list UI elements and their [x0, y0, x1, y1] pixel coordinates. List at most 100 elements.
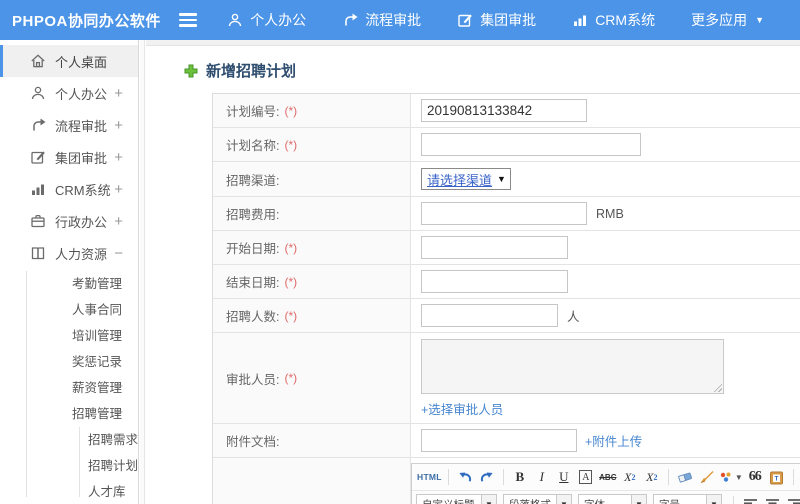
required-marker: (*): [284, 103, 298, 118]
sidebar-scrollbar[interactable]: [140, 40, 145, 504]
attachment-input[interactable]: [421, 429, 577, 452]
form-row-cost: 招聘费用: RMB: [213, 197, 800, 231]
user-icon: [227, 12, 243, 28]
sidebar-subitem-training[interactable]: 培训管理: [0, 321, 138, 347]
label-text: 审批人员:: [226, 372, 280, 387]
edit-icon: [30, 149, 46, 165]
combo-value: 字体: [579, 497, 631, 504]
sidebar-item-admin-office[interactable]: 行政办公 +: [0, 205, 138, 237]
subscript-button[interactable]: X2: [642, 467, 662, 488]
cost-input[interactable]: [421, 202, 587, 225]
sidebar-subitem-salary[interactable]: 薪资管理 +: [0, 373, 138, 399]
sidebar-subsubitem-recruit-plan[interactable]: 招聘计划: [0, 451, 138, 477]
sidebar-subitem-label: 培训管理: [72, 328, 123, 343]
undo-button[interactable]: [455, 467, 475, 488]
sidebar-subitem-label: 人事合同: [72, 302, 123, 317]
sub-base: X: [646, 469, 654, 484]
start-date-input[interactable]: [421, 236, 568, 259]
align-center-button[interactable]: [762, 494, 782, 504]
collapse-icon[interactable]: −: [114, 245, 123, 262]
nav-workflow-approval[interactable]: 流程审批: [342, 10, 421, 30]
nav-more-apps[interactable]: 更多应用 ▼: [691, 10, 764, 30]
headcount-input[interactable]: [421, 304, 558, 327]
app-title: PHPOA协同办公软件: [12, 12, 161, 30]
sidebar-item-crm-system[interactable]: CRM系统 +: [0, 173, 138, 205]
page-title-text: 新增招聘计划: [206, 63, 297, 80]
paste-text-button[interactable]: T: [767, 467, 787, 488]
briefcase-icon: [30, 213, 46, 229]
custom-heading-select[interactable]: 自定义标题 ▼: [416, 493, 497, 504]
superscript-button[interactable]: X2: [620, 467, 640, 488]
workflow-icon: [342, 12, 358, 28]
strikethrough-button[interactable]: ABC: [598, 467, 618, 488]
align-left-button[interactable]: [740, 494, 760, 504]
sidebar-item-human-resources[interactable]: 人力资源 −: [0, 237, 138, 269]
field-label: 审批人员: (*): [213, 333, 411, 423]
sidebar-item-personal-office[interactable]: 个人办公 +: [0, 77, 138, 109]
attachment-upload-link[interactable]: +附件上传: [585, 431, 642, 450]
home-icon: [30, 53, 46, 69]
field-label: 招聘人数: (*): [213, 299, 411, 332]
sidebar-item-workflow-approval[interactable]: 流程审批 +: [0, 109, 138, 141]
combo-value: 段落格式: [504, 497, 556, 504]
field-value: [411, 128, 800, 161]
channel-select[interactable]: 请选择渠道 ▼: [421, 168, 511, 190]
bold-button[interactable]: B: [510, 467, 530, 488]
sidebar-item-group-approval[interactable]: 集团审批 +: [0, 141, 138, 173]
paragraph-format-select[interactable]: 段落格式 ▼: [503, 493, 572, 504]
blockquote-button[interactable]: 66: [745, 467, 765, 488]
expand-icon[interactable]: +: [114, 181, 123, 198]
format-brush-button[interactable]: [697, 467, 717, 488]
label-text: 计划编号:: [226, 105, 280, 119]
hamburger-menu-icon[interactable]: [179, 10, 198, 30]
field-value: 人: [411, 299, 800, 332]
sidebar-subitem-recruitment[interactable]: 招聘管理 −: [0, 399, 138, 425]
form-row-end-date: 结束日期: (*): [213, 265, 800, 299]
select-approvers-link[interactable]: +选择审批人员: [421, 399, 503, 418]
label-text: 附件文档:: [226, 435, 280, 449]
field-label: 附件文档:: [213, 424, 411, 457]
sidebar-subitem-rewards[interactable]: 奖惩记录: [0, 347, 138, 373]
sidebar-item-personal-desktop[interactable]: 个人桌面: [0, 45, 138, 77]
expand-icon[interactable]: +: [114, 149, 123, 166]
expand-icon[interactable]: +: [114, 378, 123, 395]
recruitment-submenu: 招聘需求 招聘计划 人才库: [0, 425, 138, 503]
italic-button[interactable]: I: [532, 467, 552, 488]
nav-personal-office[interactable]: 个人办公: [227, 10, 306, 30]
plan-number-input[interactable]: [421, 99, 587, 122]
eraser-button[interactable]: [675, 467, 695, 488]
sidebar-subsubitem-talent-pool[interactable]: 人才库: [0, 477, 138, 503]
nav-crm-system[interactable]: CRM系统: [572, 10, 655, 30]
collapse-icon[interactable]: −: [114, 404, 123, 421]
expand-icon[interactable]: +: [114, 213, 123, 230]
sidebar-subitem-hr-contract[interactable]: 人事合同: [0, 295, 138, 321]
hr-submenu: 考勤管理 人事合同 培训管理 奖惩记录 薪资管理 + 招聘管理 − 招聘需求 招…: [0, 269, 138, 503]
editor-toolbar-row2: 自定义标题 ▼ 段落格式 ▼ 字体 ▼ 字号 ▼: [412, 491, 800, 504]
form-row-channel: 招聘渠道: 请选择渠道 ▼: [213, 162, 800, 197]
sub-idx: 2: [653, 472, 658, 482]
sidebar-subitem-attendance[interactable]: 考勤管理: [0, 269, 138, 295]
approvers-textarea[interactable]: [421, 339, 724, 394]
editor-toolbar-row1: HTML B I U A ABC X2 X 2 ▼ 66 T: [412, 464, 800, 491]
plan-name-input[interactable]: [421, 133, 641, 156]
font-size-select[interactable]: 字号 ▼: [653, 493, 722, 504]
html-source-button[interactable]: HTML: [417, 467, 442, 488]
align-right-button[interactable]: [784, 494, 800, 504]
highlight-palette-button[interactable]: ▼: [719, 467, 743, 488]
nav-group-approval[interactable]: 集团审批: [457, 10, 536, 30]
sidebar-item-label: 个人桌面: [55, 54, 108, 70]
expand-icon[interactable]: +: [114, 85, 123, 102]
end-date-input[interactable]: [421, 270, 568, 293]
required-marker: (*): [284, 274, 298, 289]
expand-icon[interactable]: +: [114, 117, 123, 134]
redo-button[interactable]: [477, 467, 497, 488]
sidebar-subsubitem-recruit-demand[interactable]: 招聘需求: [0, 425, 138, 451]
underline-button[interactable]: U: [554, 467, 574, 488]
rich-text-editor: HTML B I U A ABC X2 X 2 ▼ 66 T ▼ ▼ ▼ ▼: [411, 463, 800, 504]
combo-arrow-icon: ▼: [556, 494, 571, 504]
autotypeset-button[interactable]: A: [576, 467, 596, 488]
caret-down-icon: ▼: [734, 472, 743, 482]
font-family-select[interactable]: 字体 ▼: [578, 493, 647, 504]
combo-value: 字号: [654, 497, 706, 504]
field-value: 请选择渠道 ▼: [411, 162, 800, 196]
